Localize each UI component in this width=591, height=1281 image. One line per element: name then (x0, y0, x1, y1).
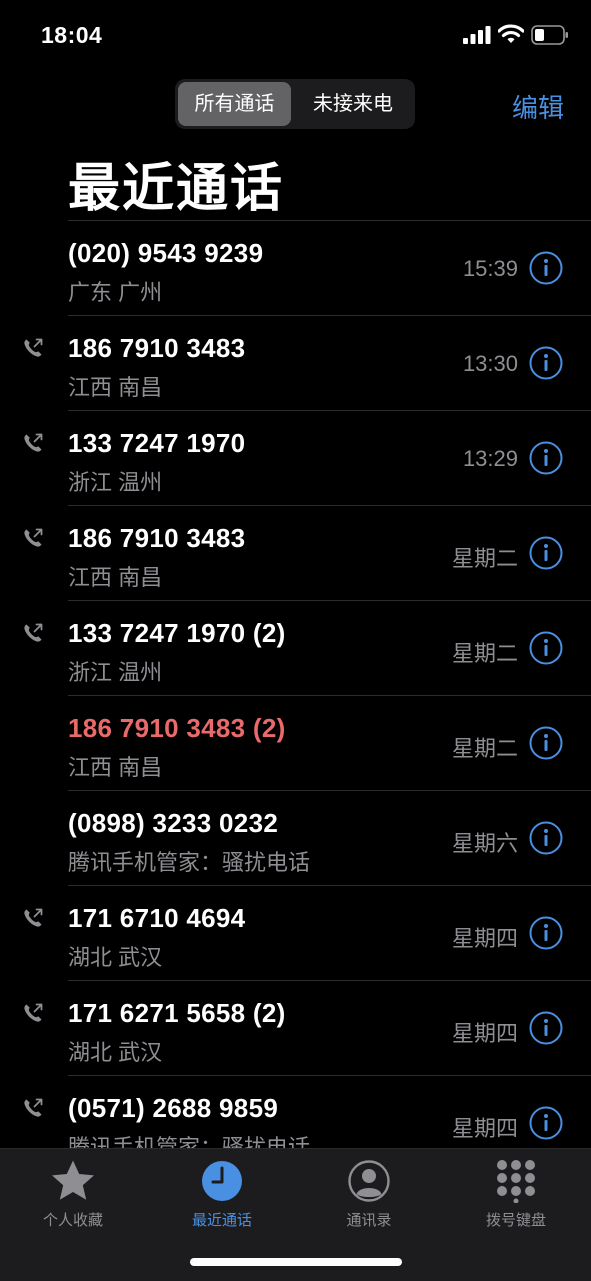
outgoing-call-icon (24, 528, 43, 547)
tab-keypad[interactable]: 拨号键盘 (446, 1159, 586, 1230)
call-row[interactable]: (0898) 3233 0232 腾讯手机管家：骚扰电话 星期六 (0, 790, 591, 885)
status-bar: 18:04 (0, 0, 591, 70)
tab-contacts[interactable]: 通讯录 (299, 1159, 439, 1230)
call-number: 171 6271 5658 (2) (68, 998, 286, 1028)
row-divider (68, 885, 591, 886)
outgoing-call-icon (24, 433, 43, 452)
info-icon[interactable] (529, 821, 563, 855)
outgoing-call-icon (24, 1003, 43, 1022)
row-divider (68, 505, 591, 506)
call-number: (0571) 2688 9859 (68, 1093, 279, 1123)
info-icon[interactable] (529, 1106, 563, 1140)
call-row[interactable]: (020) 9543 9239 广东 广州 15:39 (0, 220, 591, 315)
call-number: (0898) 3233 0232 (68, 808, 279, 838)
call-location: 湖北 武汉 (68, 1040, 163, 1065)
page-title: 最近通话 (68, 160, 285, 218)
tab-keypad-label: 拨号键盘 (485, 1212, 546, 1229)
call-row[interactable]: 133 7247 1970 (2) 浙江 温州 星期二 (0, 600, 591, 695)
info-icon[interactable] (529, 1011, 563, 1045)
call-time: 星期四 (451, 926, 518, 951)
info-icon[interactable] (529, 631, 563, 665)
outgoing-call-icon (24, 908, 43, 927)
row-divider (68, 410, 591, 411)
info-icon[interactable] (529, 441, 563, 475)
tab-favorites-label: 个人收藏 (42, 1212, 103, 1229)
call-number: 186 7910 3483 (68, 523, 246, 553)
call-row[interactable]: (0571) 2688 9859 腾讯手机管家：骚扰电话 星期四 (0, 1075, 591, 1148)
wifi-icon (498, 24, 524, 43)
call-time: 星期二 (451, 546, 518, 571)
call-location: 湖北 武汉 (68, 945, 163, 970)
call-time: 星期四 (451, 1116, 518, 1141)
call-time: 星期二 (451, 641, 518, 666)
call-row[interactable]: 186 7910 3483 江西 南昌 13:30 (0, 315, 591, 410)
row-divider (68, 1075, 591, 1076)
row-divider (68, 790, 591, 791)
edit-button[interactable]: 编辑 (512, 88, 564, 125)
call-time: 星期二 (451, 736, 518, 761)
row-divider (68, 600, 591, 601)
call-row[interactable]: 171 6271 5658 (2) 湖北 武汉 星期四 (0, 980, 591, 1075)
keypad-icon (497, 1160, 535, 1203)
star-icon (52, 1160, 94, 1200)
clock-icon (202, 1161, 242, 1201)
call-location: 江西 南昌 (68, 755, 163, 780)
row-divider (68, 980, 591, 981)
call-number: (020) 9543 9239 (68, 238, 264, 268)
call-location: 腾讯手机管家：骚扰电话 (68, 1135, 311, 1148)
row-divider (68, 695, 591, 696)
call-row[interactable]: 186 7910 3483 江西 南昌 星期二 (0, 505, 591, 600)
tab-recents-label: 最近通话 (191, 1212, 252, 1229)
tab-favorites[interactable]: 个人收藏 (3, 1159, 143, 1230)
person-icon (348, 1160, 390, 1202)
call-filter-segmented-control: 所有通话 未接来电 (175, 79, 415, 129)
call-time: 13:29 (462, 446, 518, 471)
tab-contacts-label: 通讯录 (346, 1212, 392, 1229)
outgoing-call-icon (24, 338, 43, 357)
outgoing-call-icon (24, 1098, 43, 1117)
segment-missed-calls[interactable]: 未接来电 (295, 82, 411, 126)
call-location: 浙江 温州 (68, 660, 163, 685)
row-divider (68, 315, 591, 316)
call-location: 江西 南昌 (68, 375, 163, 400)
call-time: 15:39 (462, 256, 518, 281)
call-number: 133 7247 1970 (68, 428, 246, 458)
cellular-signal-icon (463, 26, 491, 44)
info-icon[interactable] (529, 251, 563, 285)
row-divider (68, 220, 591, 221)
recent-calls-list[interactable]: (020) 9543 9239 广东 广州 15:39 186 7910 3483 江西… (0, 220, 591, 1148)
battery-icon (531, 25, 568, 45)
tab-recents[interactable]: 最近通话 (152, 1159, 292, 1230)
info-icon[interactable] (529, 916, 563, 950)
home-indicator[interactable] (190, 1258, 402, 1266)
call-location: 广东 广州 (68, 280, 163, 305)
call-location: 浙江 温州 (68, 470, 163, 495)
info-icon[interactable] (529, 346, 563, 380)
status-time: 18:04 (41, 22, 103, 48)
call-number: 186 7910 3483 (68, 333, 246, 363)
call-time: 星期四 (451, 1021, 518, 1046)
outgoing-call-icon (24, 623, 43, 642)
segment-all-calls[interactable]: 所有通话 (178, 82, 291, 126)
call-time: 13:30 (462, 351, 518, 376)
call-row[interactable]: 171 6710 4694 湖北 武汉 星期四 (0, 885, 591, 980)
call-time: 星期六 (451, 831, 518, 856)
info-icon[interactable] (529, 726, 563, 760)
call-row[interactable]: 133 7247 1970 浙江 温州 13:29 (0, 410, 591, 505)
info-icon[interactable] (529, 536, 563, 570)
call-number: 186 7910 3483 (2) (68, 713, 286, 743)
call-row[interactable]: 186 7910 3483 (2) 江西 南昌 星期二 (0, 695, 591, 790)
call-number: 171 6710 4694 (68, 903, 246, 933)
call-number: 133 7247 1970 (2) (68, 618, 286, 648)
call-location: 江西 南昌 (68, 565, 163, 590)
call-location: 腾讯手机管家：骚扰电话 (68, 850, 311, 875)
